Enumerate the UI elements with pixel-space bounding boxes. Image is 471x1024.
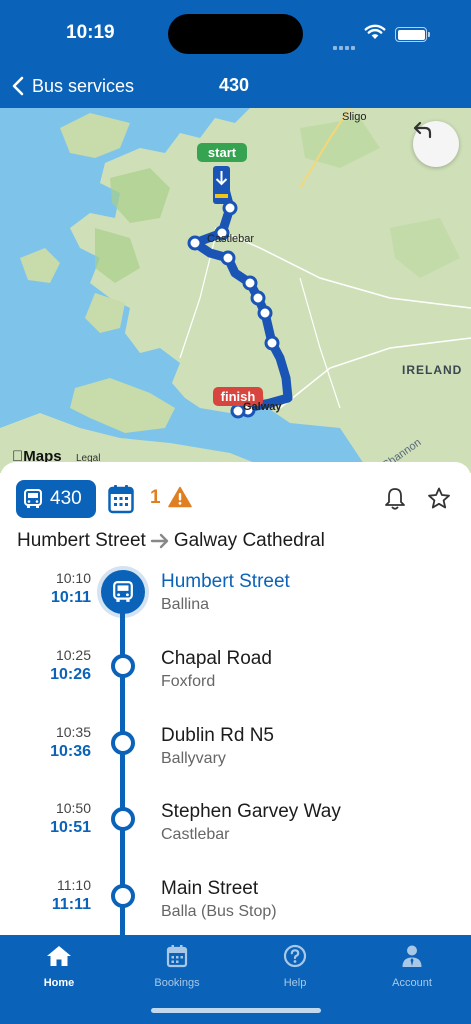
calendar-icon[interactable]: [108, 484, 134, 514]
back-button-label: Bus services: [32, 75, 135, 96]
scheduled-time: 10:10: [55, 570, 91, 586]
wifi-icon: [364, 24, 386, 39]
bus-icon: [24, 489, 42, 508]
scheduled-time: 10:50: [55, 800, 91, 816]
stop-row[interactable]: 10:50 10:51 Stephen Garvey Way Castlebar: [0, 800, 471, 862]
dynamic-island: [168, 14, 303, 54]
scheduled-time: 10:25: [55, 647, 91, 663]
account-icon: [402, 945, 422, 967]
stop-town: Ballina: [161, 596, 210, 613]
cellular-signal-icon: [333, 37, 357, 55]
realtime-time: 10:51: [50, 819, 91, 836]
stop-name: Main Street: [161, 878, 259, 899]
stop-marker: [111, 807, 135, 831]
back-button[interactable]: Bus services: [12, 70, 134, 102]
status-bar: 10:19: [0, 0, 471, 66]
stop-row[interactable]: 10:35 10:36 Dublin Rd N5 Ballyvary: [0, 724, 471, 786]
tab-home[interactable]: Home: [0, 943, 118, 995]
trip-destination: Galway Cathedral: [173, 530, 325, 551]
map-label-galway: Galway: [243, 401, 282, 413]
stop-name: Stephen Garvey Way: [161, 801, 341, 822]
tab-account-label: Account: [392, 977, 432, 989]
trip-details-sheet: 430 1 Humbert Street Galway Cathedral 10…: [0, 462, 471, 935]
bus-icon: [113, 581, 133, 602]
stop-name: Dublin Rd N5: [161, 725, 274, 746]
map-label-castlebar: Castlebar: [207, 233, 255, 245]
undo-arrow-icon: [413, 121, 432, 139]
battery-icon: [395, 27, 430, 42]
calendar-icon: [166, 945, 188, 968]
scheduled-time: 10:35: [55, 724, 91, 740]
bell-icon[interactable]: [384, 487, 406, 511]
home-icon: [47, 946, 71, 966]
chevron-left-icon: [12, 76, 24, 96]
scheduled-time: 11:10: [57, 877, 91, 893]
stop-marker: [111, 654, 135, 678]
arrow-right-icon: [150, 533, 169, 549]
warning-icon[interactable]: [168, 486, 192, 508]
tab-help-label: Help: [283, 977, 307, 989]
stop-marker: [111, 731, 135, 755]
route-number: 430: [50, 488, 82, 509]
stop-row[interactable]: 11:10 11:11 Main Street Balla (Bus Stop): [0, 877, 471, 935]
tab-account[interactable]: Account: [353, 943, 471, 995]
stop-name: Chapal Road: [161, 648, 272, 669]
stop-marker: [111, 884, 135, 908]
stop-name: Humbert Street: [161, 571, 290, 592]
realtime-time: 11:11: [51, 896, 91, 913]
stop-row[interactable]: 10:10 10:11 Humbert Street Ballina: [0, 570, 471, 632]
star-icon[interactable]: [427, 487, 451, 510]
alert-count[interactable]: 1: [150, 487, 161, 509]
route-map[interactable]: start finish Sligo Castlebar Galway IREL…: [0, 108, 471, 473]
tab-home-label: Home: [43, 977, 75, 989]
status-time: 10:19: [66, 22, 115, 43]
tab-bookings[interactable]: Bookings: [118, 943, 236, 995]
route-number-badge[interactable]: 430: [16, 480, 96, 518]
current-stop-bus-marker: [101, 570, 145, 614]
realtime-time: 10:11: [50, 589, 91, 606]
stop-town: Castlebar: [161, 826, 230, 843]
map-label-ireland: IRELAND: [402, 363, 463, 377]
navigation-bar: Bus services 430: [0, 66, 471, 108]
map-canvas: [0, 108, 471, 473]
page-title: 430: [219, 75, 250, 95]
route-start-marker: start: [197, 143, 247, 162]
trip-origin: Humbert Street: [17, 530, 146, 551]
realtime-time: 10:26: [50, 666, 91, 683]
recenter-map-button[interactable]: [413, 121, 459, 167]
stop-town: Ballyvary: [161, 750, 226, 767]
tab-bookings-label: Bookings: [154, 977, 200, 989]
trip-title: Humbert Street Galway Cathedral: [17, 530, 325, 552]
realtime-time: 10:36: [50, 743, 91, 760]
help-icon: [283, 944, 307, 968]
stop-town: Balla (Bus Stop): [161, 903, 277, 920]
map-label-sligo: Sligo: [342, 111, 367, 123]
tab-help[interactable]: Help: [236, 943, 354, 995]
home-indicator: [151, 1008, 321, 1013]
stop-town: Foxford: [161, 673, 216, 690]
stop-row[interactable]: 10:25 10:26 Chapal Road Foxford: [0, 647, 471, 709]
